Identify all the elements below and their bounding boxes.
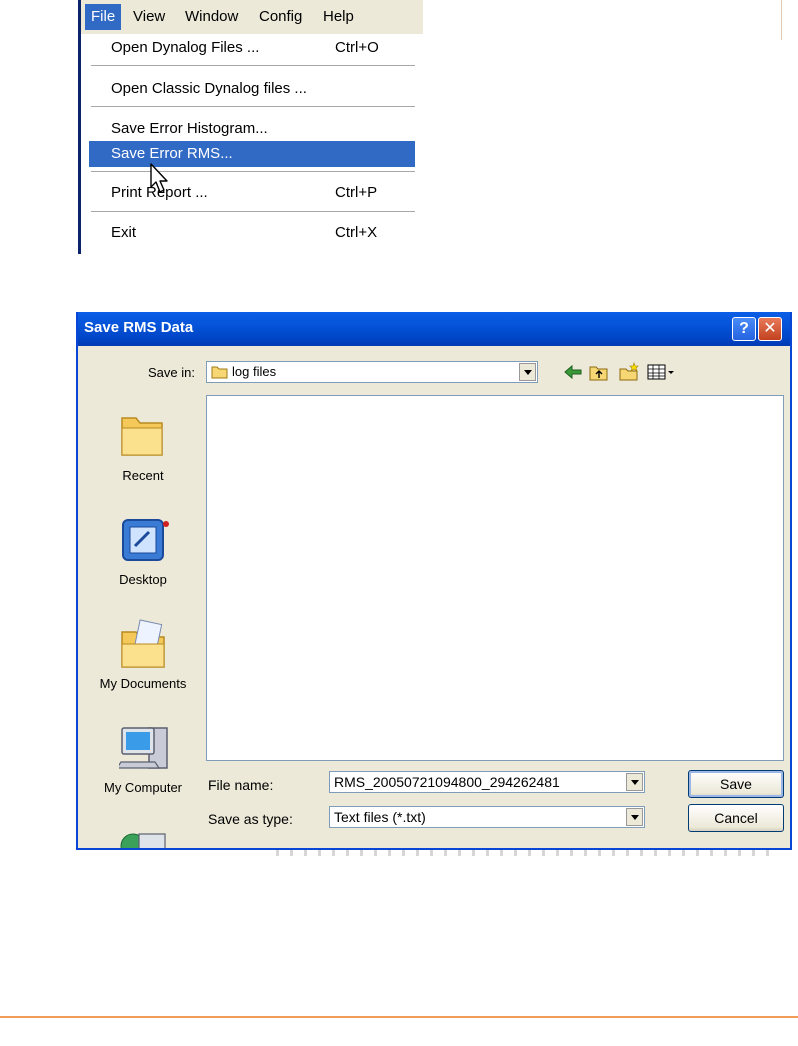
place-label: Desktop — [119, 572, 167, 587]
close-button[interactable]: ✕ — [758, 317, 782, 341]
place-label: Recent — [122, 468, 164, 483]
menu-item-label: Open Dynalog Files ... — [111, 39, 260, 56]
file-name-label: File name: — [208, 777, 274, 793]
my-documents-icon — [121, 619, 165, 668]
menu-screenshot: File View Window Config Help Open Dynalo… — [78, 0, 423, 254]
dropdown-arrow-icon[interactable] — [626, 773, 643, 791]
menu-separator — [91, 65, 415, 67]
desktop-icon — [122, 519, 169, 561]
menu-help[interactable]: Help — [317, 4, 360, 30]
place-my-computer[interactable]: My Computer — [88, 712, 198, 812]
place-my-network[interactable] — [88, 816, 198, 848]
menu-item-label: Save Error Histogram... — [111, 120, 268, 137]
menu-separator — [91, 106, 415, 108]
menu-item-open-classic-dynalog[interactable]: Open Classic Dynalog files ... — [89, 76, 415, 102]
recent-folder-icon — [121, 417, 163, 456]
page-divider-line — [781, 0, 782, 40]
save-button[interactable]: Save — [688, 770, 784, 798]
file-name-input[interactable]: RMS_20050721094800_294262481 — [329, 771, 645, 793]
menu-window[interactable]: Window — [179, 4, 244, 30]
file-list-view[interactable] — [206, 395, 784, 761]
menu-item-label: Exit — [111, 224, 137, 241]
up-folder-icon[interactable] — [588, 362, 610, 382]
menu-item-shortcut: Ctrl+P — [335, 184, 378, 201]
menu-item-print-report[interactable]: Print Report ... Ctrl+P — [89, 180, 415, 206]
menu-separator — [91, 171, 415, 173]
back-arrow-icon[interactable] — [562, 362, 584, 382]
place-recent[interactable]: Recent — [88, 400, 198, 500]
menu-item-exit[interactable]: Exit Ctrl+X — [89, 220, 415, 246]
place-label: My Documents — [99, 676, 187, 691]
save-as-type-label: Save as type: — [208, 811, 293, 827]
my-network-icon — [120, 833, 166, 848]
new-folder-icon[interactable] — [618, 362, 640, 382]
place-label: My Computer — [103, 780, 183, 795]
places-bar: Recent Desktop My Documents My Computer — [88, 392, 198, 848]
menu-separator — [91, 211, 415, 213]
my-computer-icon — [119, 727, 168, 769]
menu-item-save-error-rms[interactable]: Save Error RMS... — [89, 141, 415, 167]
page-footer-rule — [0, 1016, 798, 1018]
menu-item-label: Open Classic Dynalog files ... — [111, 80, 307, 97]
place-my-documents[interactable]: My Documents — [88, 608, 198, 708]
save-in-label: Save in: — [148, 365, 195, 380]
dropdown-arrow-icon[interactable] — [519, 363, 536, 381]
save-as-type-dropdown[interactable]: Text files (*.txt) — [329, 806, 645, 828]
menu-item-save-error-histogram[interactable]: Save Error Histogram... — [89, 116, 415, 142]
save-rms-dialog: Save RMS Data ? ✕ Save in: log files Rec… — [76, 312, 792, 850]
menu-view[interactable]: View — [127, 4, 171, 30]
save-as-type-value: Text files (*.txt) — [334, 809, 426, 825]
menu-file[interactable]: File — [85, 4, 122, 30]
dropdown-arrow-icon[interactable] — [626, 808, 643, 826]
menu-item-open-dynalog[interactable]: Open Dynalog Files ... Ctrl+O — [89, 35, 415, 61]
file-menu-dropdown: Open Dynalog Files ... Ctrl+O Open Class… — [81, 34, 423, 254]
dialog-title: Save RMS Data — [84, 319, 194, 336]
menu-item-label: Save Error RMS... — [111, 145, 233, 162]
menu-config[interactable]: Config — [253, 4, 308, 30]
menu-item-shortcut: Ctrl+O — [335, 39, 379, 56]
help-button[interactable]: ? — [732, 317, 756, 341]
mouse-pointer-icon — [150, 163, 168, 193]
save-in-value: log files — [232, 364, 277, 379]
dialog-titlebar[interactable]: Save RMS Data ? ✕ — [78, 312, 790, 346]
menu-item-shortcut: Ctrl+X — [335, 224, 378, 241]
save-in-dropdown[interactable]: log files — [206, 361, 538, 383]
menu-bar: File View Window Config Help — [81, 0, 423, 35]
folder-icon — [211, 366, 228, 379]
file-name-value: RMS_20050721094800_294262481 — [334, 774, 560, 790]
cancel-button[interactable]: Cancel — [688, 804, 784, 832]
place-desktop[interactable]: Desktop — [88, 504, 198, 604]
view-menu-icon[interactable] — [646, 362, 676, 382]
decorative-dashes — [276, 850, 776, 856]
